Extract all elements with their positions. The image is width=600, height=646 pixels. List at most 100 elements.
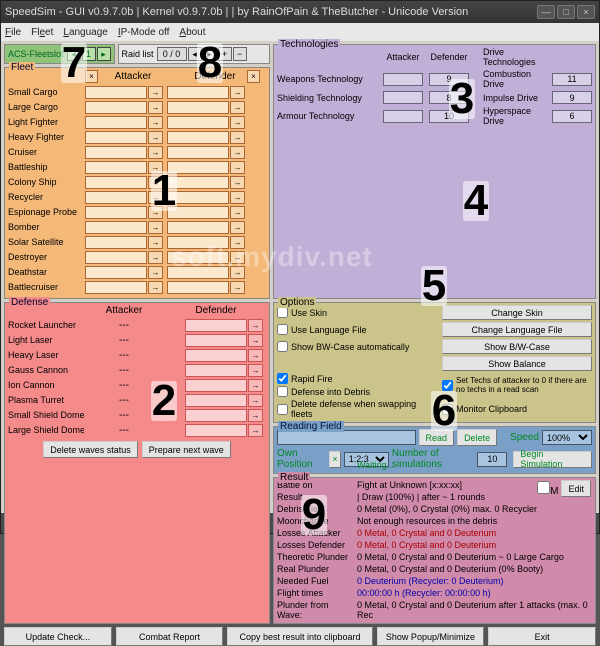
swap-icon[interactable]: →: [148, 101, 163, 114]
tech-weapons-def[interactable]: [429, 73, 469, 86]
opt-show-bw[interactable]: Show BW-Case automatically: [277, 341, 436, 352]
swap-icon[interactable]: →: [230, 176, 245, 189]
fleet-att-input[interactable]: [85, 116, 147, 129]
defense-def-input[interactable]: [185, 379, 247, 392]
menu-about[interactable]: About: [179, 27, 205, 38]
swap-icon[interactable]: →: [248, 349, 263, 362]
swap-icon[interactable]: →: [248, 424, 263, 437]
read-button[interactable]: Read: [419, 429, 455, 446]
tech-armour-def[interactable]: [429, 110, 469, 123]
swap-icon[interactable]: →: [148, 131, 163, 144]
numsim-input[interactable]: [477, 452, 507, 467]
swap-icon[interactable]: →: [230, 146, 245, 159]
begin-sim-button[interactable]: Begin Simulation: [513, 451, 592, 468]
swap-icon[interactable]: →: [248, 394, 263, 407]
swap-icon[interactable]: →: [230, 161, 245, 174]
fleet-def-input[interactable]: [167, 161, 229, 174]
exit-button[interactable]: Exit: [488, 627, 596, 646]
fleet-att-input[interactable]: [85, 101, 147, 114]
swap-icon[interactable]: →: [230, 206, 245, 219]
reading-input[interactable]: [277, 430, 416, 445]
defense-def-input[interactable]: [185, 349, 247, 362]
opt-set-techs[interactable]: Set Techs of attacker to 0 if there are …: [442, 376, 592, 394]
fleet-att-input[interactable]: [85, 236, 147, 249]
defense-def-input[interactable]: [185, 364, 247, 377]
combat-report-button[interactable]: Combat Report: [116, 627, 224, 646]
defense-def-input[interactable]: [185, 334, 247, 347]
swap-icon[interactable]: →: [148, 86, 163, 99]
swap-icon[interactable]: →: [148, 116, 163, 129]
menu-ipmode[interactable]: IP-Mode off: [118, 27, 170, 38]
fleet-att-input[interactable]: [85, 251, 147, 264]
opt-def-debris[interactable]: Defense into Debris: [277, 386, 436, 397]
opt-use-lang[interactable]: Use Language File: [277, 324, 436, 335]
change-lang-button[interactable]: Change Language File: [442, 322, 592, 337]
swap-icon[interactable]: →: [230, 251, 245, 264]
fleet-clear-att-button[interactable]: ×: [85, 70, 98, 83]
swap-icon[interactable]: →: [230, 116, 245, 129]
update-check-button[interactable]: Update Check...: [4, 627, 112, 646]
acs-next-button[interactable]: ▸: [97, 47, 111, 61]
swap-icon[interactable]: →: [230, 131, 245, 144]
defense-def-input[interactable]: [185, 424, 247, 437]
drive-impulse-val[interactable]: [552, 91, 592, 104]
swap-icon[interactable]: →: [230, 281, 245, 294]
fleet-def-input[interactable]: [167, 206, 229, 219]
swap-icon[interactable]: →: [148, 191, 163, 204]
tech-weapons-att[interactable]: [383, 73, 423, 86]
menu-language[interactable]: Language: [63, 27, 108, 38]
swap-icon[interactable]: →: [148, 251, 163, 264]
swap-icon[interactable]: →: [230, 191, 245, 204]
fleet-att-input[interactable]: [85, 146, 147, 159]
tech-shield-att[interactable]: [383, 91, 423, 104]
fleet-clear-def-button[interactable]: ×: [247, 70, 260, 83]
fleet-def-input[interactable]: [167, 251, 229, 264]
fleet-att-input[interactable]: [85, 221, 147, 234]
raid-add-button[interactable]: +: [218, 47, 232, 61]
swap-icon[interactable]: →: [248, 334, 263, 347]
show-popup-button[interactable]: Show Popup/Minimize: [377, 627, 485, 646]
raid-next-button[interactable]: ▸: [203, 47, 217, 61]
fleet-att-input[interactable]: [85, 131, 147, 144]
fleet-att-input[interactable]: [85, 176, 147, 189]
tech-armour-att[interactable]: [383, 110, 423, 123]
result-edit-button[interactable]: Edit: [561, 480, 591, 497]
raid-remove-button[interactable]: −: [233, 47, 247, 61]
show-bw-button[interactable]: Show B/W-Case: [442, 339, 592, 354]
result-m-checkbox[interactable]: M: [537, 481, 558, 497]
prepare-wave-button[interactable]: Prepare next wave: [142, 441, 231, 458]
ownpos-clear-button[interactable]: ×: [329, 451, 341, 468]
fleet-def-input[interactable]: [167, 176, 229, 189]
fleet-def-input[interactable]: [167, 101, 229, 114]
opt-rapid-fire[interactable]: Rapid Fire: [277, 373, 436, 384]
opt-use-skin[interactable]: Use Skin: [277, 307, 436, 318]
swap-icon[interactable]: →: [148, 176, 163, 189]
defense-def-input[interactable]: [185, 409, 247, 422]
fleet-att-input[interactable]: [85, 266, 147, 279]
fleet-def-input[interactable]: [167, 146, 229, 159]
swap-icon[interactable]: →: [230, 221, 245, 234]
defense-def-input[interactable]: [185, 319, 247, 332]
defense-def-input[interactable]: [185, 394, 247, 407]
acs-prev-button[interactable]: ◂: [67, 47, 81, 61]
maximize-button[interactable]: □: [557, 5, 575, 19]
tech-shield-def[interactable]: [429, 91, 469, 104]
delete-button[interactable]: Delete: [457, 429, 497, 446]
swap-icon[interactable]: →: [148, 206, 163, 219]
swap-icon[interactable]: →: [148, 146, 163, 159]
swap-icon[interactable]: →: [248, 319, 263, 332]
delete-waves-button[interactable]: Delete waves status: [43, 441, 138, 458]
opt-del-def[interactable]: Delete defense when swapping fleets: [277, 399, 436, 419]
fleet-att-input[interactable]: [85, 191, 147, 204]
fleet-def-input[interactable]: [167, 116, 229, 129]
fleet-def-input[interactable]: [167, 191, 229, 204]
swap-icon[interactable]: →: [148, 266, 163, 279]
fleet-att-input[interactable]: [85, 161, 147, 174]
change-skin-button[interactable]: Change Skin: [442, 305, 592, 320]
fleet-att-input[interactable]: [85, 281, 147, 294]
fleet-def-input[interactable]: [167, 221, 229, 234]
drive-combustion-val[interactable]: [552, 73, 592, 86]
fleet-att-input[interactable]: [85, 86, 147, 99]
fleet-att-input[interactable]: [85, 206, 147, 219]
copy-clipboard-button[interactable]: Copy best result into clipboard: [227, 627, 372, 646]
